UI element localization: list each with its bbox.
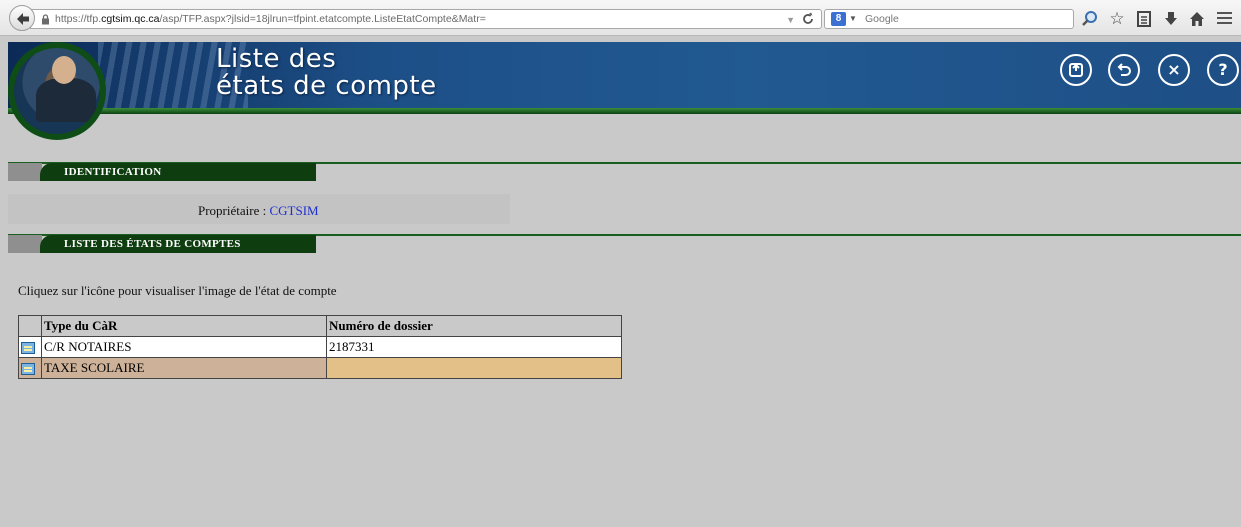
owner-label: Propriétaire : — [198, 203, 267, 218]
header-banner: Liste des états de compte — [8, 42, 1241, 113]
table-header-icon — [18, 315, 42, 337]
banner-stripe — [8, 108, 1241, 114]
owner-value: CGTSIM — [269, 203, 319, 218]
logo-person — [36, 78, 96, 122]
reading-list-icon[interactable] — [1133, 8, 1155, 30]
bookmark-star-icon[interactable]: ☆ — [1106, 8, 1128, 30]
section-title: LISTE DES ÉTATS DE COMPTES — [40, 235, 316, 253]
owner-line: Propriétaire : CGTSIM — [198, 203, 319, 219]
cell-number: 2187331 — [326, 336, 622, 358]
statements-table: Type du CàR Numéro de dossier C/R NOTAIR… — [18, 315, 622, 379]
section-title: IDENTIFICATION — [40, 163, 316, 181]
section-header-statements: LISTE DES ÉTATS DE COMPTES — [8, 235, 316, 253]
page-title-line1: Liste des — [216, 44, 337, 74]
url-bar[interactable]: https://tfp.cgtsim.qc.ca/asp/TFP.aspx?jl… — [30, 9, 822, 29]
return-icon[interactable] — [1108, 54, 1140, 86]
row-icon-cell — [18, 336, 42, 358]
instruction-text: Cliquez sur l'icône pour visualiser l'im… — [18, 283, 337, 298]
view-statement-icon[interactable] — [21, 342, 35, 355]
lock-icon — [42, 14, 49, 25]
header-photo-logo — [8, 42, 106, 140]
download-icon[interactable] — [1160, 8, 1182, 30]
table-row: C/R NOTAIRES 2187331 — [18, 336, 622, 358]
cell-type: TAXE SCOLAIRE — [41, 357, 327, 379]
reload-icon[interactable] — [801, 12, 815, 26]
column-header-type: Type du CàR — [41, 315, 327, 337]
url-dropdown-icon[interactable]: ▼ — [786, 11, 795, 28]
engine-dropdown-icon[interactable]: ▼ — [849, 10, 857, 28]
search-placeholder: Google — [865, 13, 899, 25]
browser-toolbar: https://tfp.cgtsim.qc.ca/asp/TFP.aspx?jl… — [0, 0, 1241, 36]
table-row: TAXE SCOLAIRE — [18, 357, 622, 379]
home-icon[interactable] — [1186, 8, 1208, 30]
back-arrow-icon — [17, 13, 29, 25]
url-prefix: https://tfp. — [55, 13, 102, 25]
page-title: Liste des états de compte — [216, 46, 437, 99]
cell-type: C/R NOTAIRES — [41, 336, 327, 358]
logo-face — [52, 56, 76, 84]
section-tab-gray — [8, 235, 42, 253]
table-header-row: Type du CàR Numéro de dossier — [18, 315, 622, 337]
section-tab-gray — [8, 163, 42, 181]
menu-icon[interactable] — [1210, 6, 1238, 30]
help-icon[interactable]: ? — [1207, 54, 1239, 86]
url-host: cgtsim.qc.ca — [101, 13, 160, 25]
column-header-number: Numéro de dossier — [326, 315, 622, 337]
section-header-identification: IDENTIFICATION — [8, 163, 316, 181]
page-title-line2: états de compte — [216, 71, 437, 101]
back-button[interactable] — [9, 5, 35, 31]
view-statement-icon[interactable] — [21, 363, 35, 376]
url-path: /asp/TFP.aspx?jlsid=18jlrun=tfpint.etatc… — [159, 13, 486, 25]
close-icon[interactable]: × — [1158, 54, 1190, 86]
cell-number — [326, 357, 622, 379]
home-icon[interactable] — [1060, 54, 1092, 86]
search-icon[interactable] — [1081, 10, 1099, 28]
search-input[interactable]: 8 ▼ Google — [824, 9, 1097, 29]
row-icon-cell — [18, 357, 42, 379]
search-engine-icon[interactable]: 8 — [831, 12, 846, 26]
